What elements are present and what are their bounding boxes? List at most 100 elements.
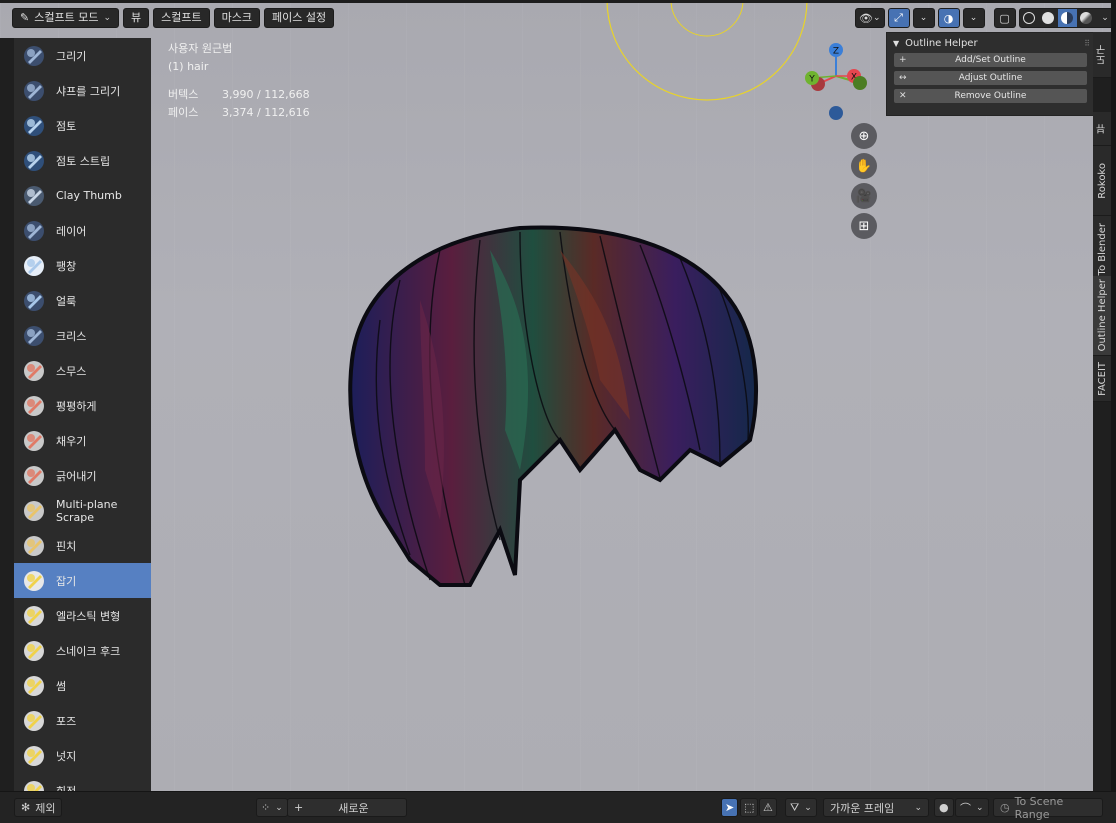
outline-helper-title: Outline Helper [905,37,978,49]
multiplane-scrape-brush-icon [24,500,44,521]
tool-multiplane-scrape[interactable]: Multi-plane Scrape [14,493,151,528]
tool-label: Clay Thumb [56,189,122,202]
tab-tool-label: 도구 [1096,44,1108,65]
chevron-down-icon: ⌄ [804,802,812,813]
outline-helper-panel: ▼ Outline Helper ⠿ + Add/Set Outline ↔ A… [886,32,1095,116]
tool-pinch[interactable]: 핀치 [14,528,151,563]
tool-inflate[interactable]: 팽창 [14,248,151,283]
tool-flatten[interactable]: 평평하게 [14,388,151,423]
tool-shelf: 그리기 샤프를 그리기 점토 점토 스트립 Clay Thumb 레이어팽창얼룩 크리스 스무… [14,38,151,791]
tool-fill[interactable]: 채우기 [14,423,151,458]
draw-sharp-brush-icon [24,80,44,101]
tool-crease[interactable]: 크리스 [14,318,151,353]
3d-viewport[interactable]: ✎ 스컬프트 모드 ⌄ 뷰 스컬프트 마스크 페이스 설정 👁 ⌄ ⤢ ⌄ ◑ ⌄… [0,0,1116,791]
falloff-dropdown[interactable]: ⌒ ⌄ [955,798,989,817]
pan-view-button[interactable]: ✋ [851,153,877,179]
tool-grab[interactable]: 잡기 [14,563,151,598]
keying-set-dropdown[interactable]: ⁘ ⌄ [256,798,288,817]
tool-elastic-deform[interactable]: 엘라스틱 변형 [14,598,151,633]
tool-layer[interactable]: 레이어 [14,213,151,248]
tool-snake-hook[interactable]: 스네이크 후크 [14,633,151,668]
new-label: 새로운 [338,801,369,815]
filter-dropdown[interactable]: ⛛ ⌄ [785,798,817,817]
chevron-down-icon: ⌄ [919,13,928,23]
tool-clay[interactable]: 점토 [14,108,151,143]
tab-outline-helper[interactable]: Outline Helper [1093,276,1111,356]
gizmo-neg-z[interactable] [829,106,843,120]
add-set-outline-button[interactable]: + Add/Set Outline [894,53,1087,67]
box-select-button[interactable]: ⬚ [740,798,759,817]
remove-outline-label: Remove Outline [954,91,1027,101]
tab-view[interactable]: 뷰 [1093,112,1111,146]
tool-nudge[interactable]: 넛지 [14,738,151,773]
tab-tool[interactable]: 도구 [1093,32,1111,78]
left-region-edge [0,38,14,791]
tool-draw-sharp[interactable]: 샤프를 그리기 [14,73,151,108]
clay-strips-brush-icon [24,150,44,171]
tab-faceit-label: FACEIT [1096,361,1108,396]
tool-pose[interactable]: 포즈 [14,703,151,738]
fill-brush-icon [24,430,44,451]
tool-draw[interactable]: 그리기 [14,38,151,73]
menu-mask[interactable]: 마스크 [213,8,260,28]
elastic-deform-brush-icon [24,605,44,626]
tool-clay-thumb[interactable]: Clay Thumb [14,178,151,213]
perspective-toggle-button[interactable]: ⊞ [851,213,877,239]
outline-helper-header[interactable]: ▼ Outline Helper ⠿ [887,33,1094,53]
menu-face-sets[interactable]: 페이스 설정 [263,8,335,28]
tool-label: Multi-plane Scrape [56,497,118,524]
gizmo-z-label: Z [833,47,839,57]
close-icon: ✕ [899,91,907,101]
rendered-shading-button[interactable] [1077,9,1096,27]
clock-icon: ◷ [1000,801,1010,814]
sidebar-tabs: 도구 뷰 Rokoko Daz To Blender Outline Helpe… [1093,32,1111,791]
mode-selector[interactable]: ✎ 스컬프트 모드 ⌄ [12,8,119,28]
tool-blob[interactable]: 얼룩 [14,283,151,318]
xray-toggle[interactable]: ▢ [993,8,1016,28]
drag-handle-icon[interactable]: ⠿ [1084,39,1090,48]
visibility-dropdown[interactable]: 👁 ⌄ [855,8,885,28]
gizmo-y-label: Y [808,75,815,85]
tool-thumb[interactable]: 썸 [14,668,151,703]
menu-view[interactable]: 뷰 [122,8,150,28]
dot-icon: ● [939,801,949,814]
gizmo-dropdown[interactable]: ⌄ [912,8,935,28]
overlays-toggle[interactable]: ◑ [937,8,960,28]
tool-label: 팽창 [56,259,77,273]
wireframe-shading-button[interactable] [1020,9,1039,27]
adjust-outline-button[interactable]: ↔ Adjust Outline [894,71,1087,85]
warning-button[interactable]: ⚠ [759,798,777,817]
gizmo-neg-y[interactable] [853,76,867,90]
navigation-gizmo[interactable]: Z X Y [796,38,876,128]
solid-shading-button[interactable] [1039,9,1058,27]
exclude-button[interactable]: ✻ 제외 [14,798,63,817]
zoom-view-button[interactable]: ⊕ [851,123,877,149]
pose-brush-icon [24,710,44,731]
wireframe-icon [1023,12,1036,24]
to-scene-range-button[interactable]: ◷ To Scene Range [993,795,1103,821]
material-shading-button[interactable] [1057,9,1077,27]
hand-icon: ✋ [855,158,873,174]
proportional-toggle[interactable]: ● [934,798,954,817]
tab-rokoko-label: Rokoko [1096,162,1108,199]
box-select-icon: ⬚ [744,801,755,814]
menu-sculpt[interactable]: 스컬프트 [153,8,210,28]
remove-outline-button[interactable]: ✕ Remove Outline [894,89,1087,103]
tool-clay-strips[interactable]: 점토 스트립 [14,143,151,178]
new-keying-set-button[interactable]: + 새로운 [287,798,407,817]
zoom-icon: ⊕ [858,128,870,144]
tool-rotate[interactable]: 회전 [14,773,151,791]
faces-value: 3,374 / 112,616 [222,106,310,119]
overlays-dropdown[interactable]: ⌄ [962,8,985,28]
tool-scrape[interactable]: 긁어내기 [14,458,151,493]
nudge-brush-icon [24,745,44,766]
tool-smooth[interactable]: 스무스 [14,353,151,388]
vertices-value: 3,990 / 112,668 [222,88,310,101]
tab-rokoko[interactable]: Rokoko [1093,146,1111,216]
camera-view-button[interactable]: 🎥 [851,183,877,209]
chevron-down-icon: ⌄ [969,13,978,23]
nearest-frame-dropdown[interactable]: 가까운 프레임 ⌄ [823,798,929,817]
tab-faceit[interactable]: FACEIT [1093,356,1111,402]
select-tool-button[interactable]: ➤ [721,798,739,817]
gizmo-toggle[interactable]: ⤢ [887,8,910,28]
